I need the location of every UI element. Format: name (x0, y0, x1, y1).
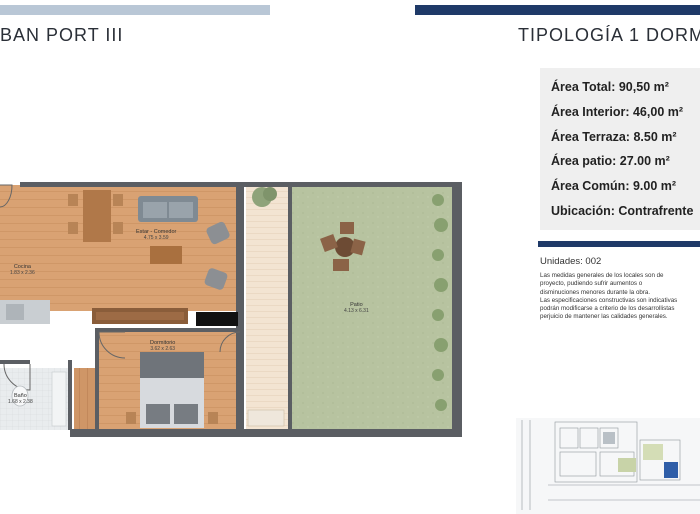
terrace-bench (247, 409, 285, 427)
coffee-table (150, 246, 182, 264)
room-label-patio: Patio 4.13 x 6.31 (344, 302, 369, 314)
patio-chair (340, 222, 354, 234)
wall-block (196, 312, 238, 326)
patio-chair (333, 259, 349, 271)
chair (68, 194, 78, 206)
nightstand (126, 412, 136, 424)
room-label-dormitorio: Dormitorio 3.62 x 2.63 (150, 340, 176, 352)
dining-table (83, 190, 111, 242)
floor-plan (0, 182, 700, 514)
pillow (174, 404, 198, 424)
room-label-bano: Baño 1.68 x 2.38 (8, 393, 33, 405)
room-label-cocina: Cocina 1.83 x 2.36 (10, 264, 35, 276)
shower (51, 371, 67, 427)
chair (113, 222, 123, 234)
site-key-plan (516, 418, 700, 514)
patio-lawn (292, 185, 452, 429)
nightstand (208, 412, 218, 424)
chair (68, 222, 78, 234)
room-label-estar: Estar - Comedor 4.75 x 3.59 (136, 229, 177, 241)
terrace-deck (246, 185, 290, 429)
pillow (146, 404, 170, 424)
chair (113, 194, 123, 206)
hall-floor (74, 368, 96, 430)
